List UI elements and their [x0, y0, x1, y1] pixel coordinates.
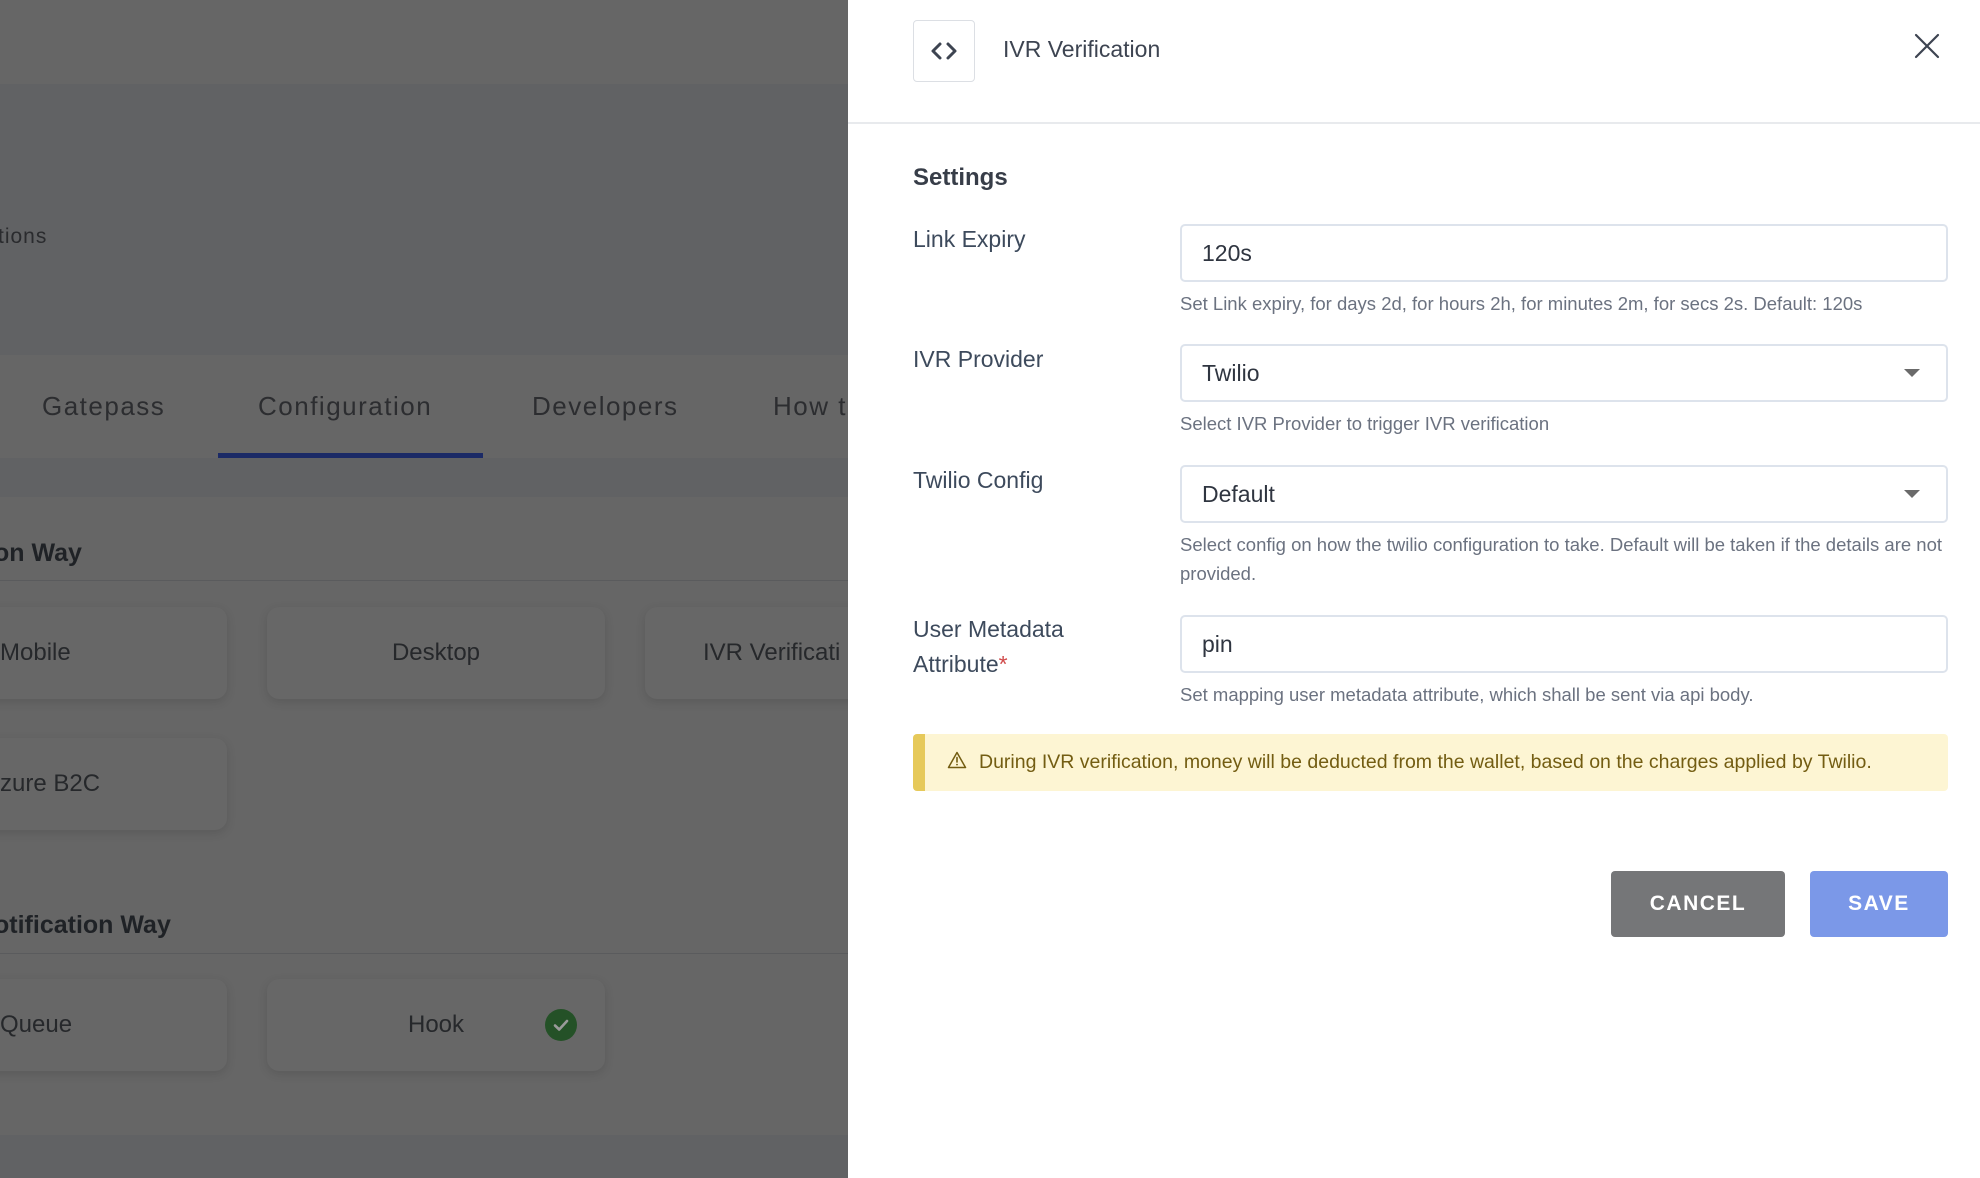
settings-heading: Settings — [913, 164, 1008, 191]
close-icon[interactable] — [1914, 33, 1940, 59]
top-app-bar — [0, 0, 848, 84]
drawer-header: IVR Verification — [848, 0, 1980, 124]
ivr-provider-value: Twilio — [1202, 359, 1260, 386]
chevron-down-icon — [1904, 490, 1920, 498]
user-metadata-attribute-value: pin — [1202, 630, 1233, 657]
section-title-verification-way: on Way — [0, 539, 82, 567]
option-card-ivr-verification[interactable]: IVR Verificati — [645, 607, 848, 699]
option-card-azure-b2c[interactable]: zure B2C — [0, 738, 227, 830]
warning-alert-text: During IVR verification, money will be d… — [979, 751, 1872, 773]
section-divider — [0, 953, 848, 954]
tab-developers[interactable]: Developers — [532, 391, 679, 422]
user-metadata-attribute-label: User Metadata Attribute* — [913, 612, 1064, 682]
ivr-verification-drawer: IVR Verification Settings Link Expiry 12… — [848, 0, 1980, 1178]
option-card-label: Mobile — [0, 639, 71, 666]
link-expiry-help: Set Link expiry, for days 2d, for hours … — [1180, 293, 1863, 314]
page-header-text: tions — [0, 225, 48, 248]
option-card-label: IVR Verificati — [703, 639, 841, 666]
tab-bar: Gatepass Configuration Developers How t — [0, 355, 848, 458]
option-card-label: Hook — [407, 1011, 465, 1038]
user-metadata-attribute-input[interactable]: pin — [1180, 615, 1948, 673]
warning-icon — [947, 751, 967, 774]
background-page: tions Gatepass Configuration Developers … — [0, 0, 848, 1178]
option-card-label: Queue — [0, 1011, 73, 1038]
section-divider — [0, 580, 848, 581]
page-header: tions — [0, 84, 848, 355]
twilio-config-value: Default — [1202, 480, 1275, 507]
link-expiry-input[interactable]: 120s — [1180, 224, 1948, 282]
label-line-2: Attribute — [913, 651, 999, 677]
ivr-provider-label: IVR Provider — [913, 346, 1044, 372]
required-asterisk: * — [998, 651, 1008, 677]
code-brackets-icon — [913, 20, 975, 82]
tab-configuration[interactable]: Configuration — [258, 391, 432, 422]
warning-alert: During IVR verification, money will be d… — [913, 734, 1948, 791]
option-card-hook[interactable]: Hook — [267, 979, 605, 1071]
configuration-panel: on Way Mobile Desktop IVR Verificati zur… — [0, 497, 848, 1135]
tab-how-to[interactable]: How t — [773, 391, 847, 422]
tab-gatepass[interactable]: Gatepass — [42, 391, 165, 422]
check-circle-icon — [545, 1009, 577, 1041]
ivr-provider-help: Select IVR Provider to trigger IVR verif… — [1180, 413, 1550, 434]
cancel-button[interactable]: CANCEL — [1611, 871, 1785, 937]
drawer-title: IVR Verification — [1003, 36, 1161, 62]
save-button[interactable]: SAVE — [1810, 871, 1948, 937]
label-line-1: User Metadata — [913, 616, 1064, 642]
active-tab-indicator — [218, 453, 483, 458]
link-expiry-label: Link Expiry — [913, 226, 1026, 252]
user-metadata-attribute-help: Set mapping user metadata attribute, whi… — [1180, 684, 1754, 705]
option-card-label: zure B2C — [0, 770, 101, 797]
link-expiry-value: 120s — [1202, 239, 1252, 266]
twilio-config-label: Twilio Config — [913, 467, 1044, 493]
ivr-provider-select[interactable]: Twilio — [1180, 344, 1948, 402]
option-card-label: Desktop — [391, 639, 481, 666]
option-card-mobile[interactable]: Mobile — [0, 607, 227, 699]
chevron-down-icon — [1904, 369, 1920, 377]
section-title-notification-way: otification Way — [0, 911, 171, 939]
twilio-config-select[interactable]: Default — [1180, 465, 1948, 523]
twilio-config-help: Select config on how the twilio configur… — [1180, 534, 1943, 584]
option-card-desktop[interactable]: Desktop — [267, 607, 605, 699]
option-card-queue[interactable]: Queue — [0, 979, 227, 1071]
